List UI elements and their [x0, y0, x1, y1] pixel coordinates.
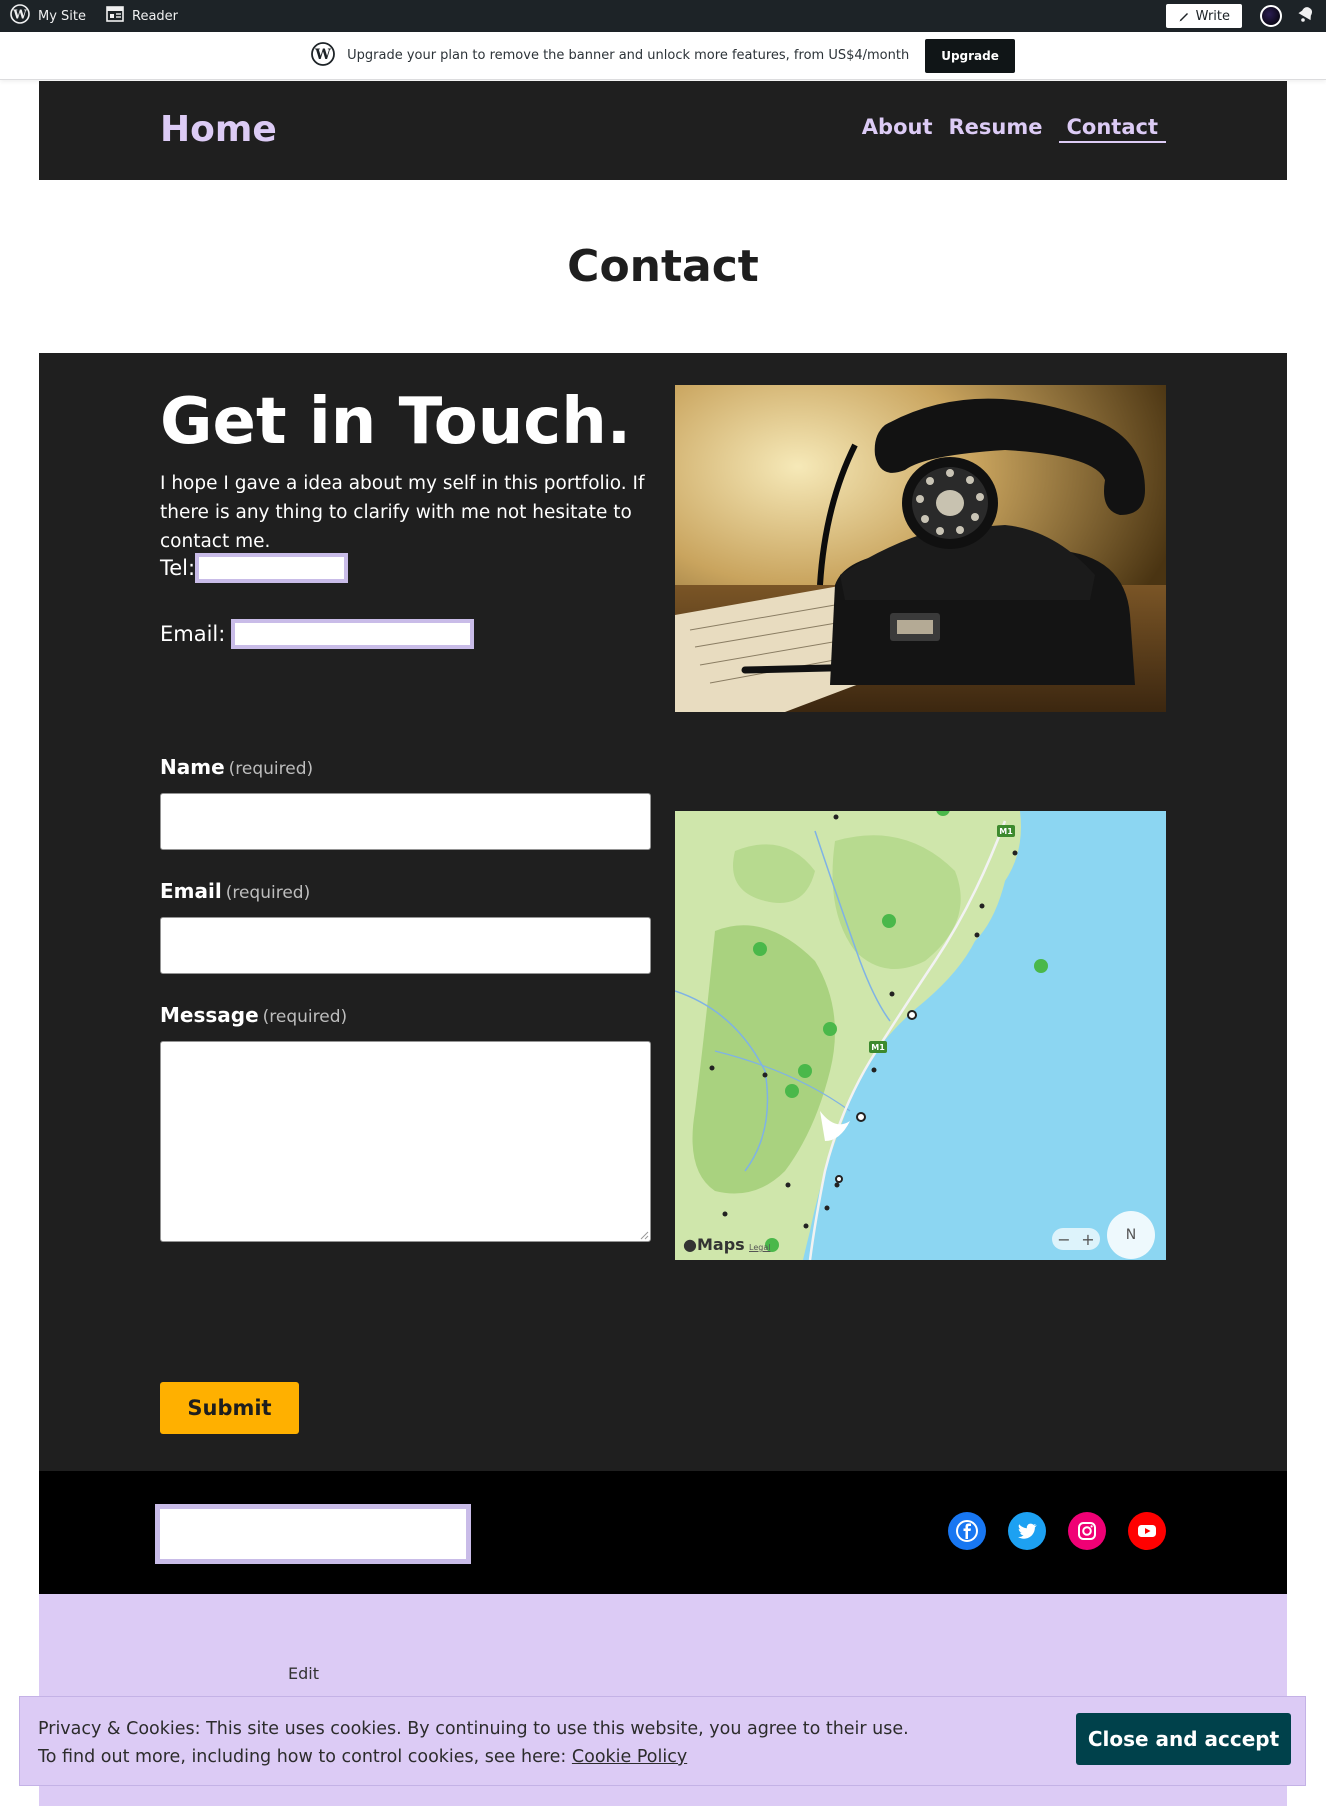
- reader-icon: [106, 6, 124, 26]
- zoom-out-button[interactable]: −: [1057, 1230, 1070, 1249]
- site-header: Home About Resume Contact: [39, 81, 1287, 180]
- upgrade-banner: W Upgrade your plan to remove the banner…: [0, 32, 1326, 80]
- write-button[interactable]: Write: [1165, 4, 1242, 28]
- svg-text:W: W: [314, 47, 331, 63]
- cookie-text: Privacy & Cookies: This site uses cookie…: [38, 1715, 909, 1771]
- email-label: Email:: [160, 622, 226, 646]
- map-embed[interactable]: M1 M1 ●Maps Legal − + N: [675, 811, 1166, 1260]
- page-title: Contact: [567, 241, 759, 292]
- cookie-line-2: To find out more, including how to contr…: [38, 1743, 909, 1771]
- nav-item-contact[interactable]: Contact: [1058, 115, 1166, 143]
- write-label: Write: [1195, 8, 1230, 24]
- edit-link[interactable]: Edit: [288, 1664, 319, 1683]
- telephone-photo: [675, 385, 1166, 712]
- compass-icon: N: [1125, 1227, 1137, 1243]
- apple-logo-icon: ●: [683, 1235, 697, 1254]
- email-row: Email:: [160, 619, 475, 649]
- facebook-icon[interactable]: [948, 1512, 986, 1550]
- submit-button[interactable]: Submit: [160, 1382, 299, 1434]
- name-label-text: Name: [160, 755, 225, 779]
- nav-item-about[interactable]: About: [862, 115, 933, 143]
- email-label-text: Email: [160, 879, 222, 903]
- footer-redacted-block: [155, 1504, 471, 1564]
- tel-label: Tel:: [160, 556, 196, 580]
- site-title-link[interactable]: Home: [160, 109, 277, 150]
- reader-link[interactable]: Reader: [96, 0, 188, 32]
- zoom-in-button[interactable]: +: [1081, 1230, 1094, 1249]
- site-footer: [39, 1471, 1287, 1594]
- tel-row: Tel:: [160, 553, 349, 583]
- maps-brand: Maps: [696, 1235, 745, 1254]
- contact-heading: Get in Touch.: [160, 385, 632, 459]
- required-note: (required): [262, 1007, 348, 1027]
- message-field-label: Message (required): [160, 1003, 347, 1027]
- admin-bar: W My Site Reader Write: [0, 0, 1326, 32]
- name-field-label: Name (required): [160, 755, 313, 779]
- banner-text: Upgrade your plan to remove the banner a…: [347, 48, 910, 63]
- contact-intro: I hope I gave a idea about my self in th…: [160, 473, 645, 552]
- name-input[interactable]: [160, 793, 651, 850]
- cookie-banner: Privacy & Cookies: This site uses cookie…: [19, 1696, 1306, 1786]
- instagram-icon[interactable]: [1068, 1512, 1106, 1550]
- map-canvas: M1 M1: [675, 811, 1166, 1260]
- close-and-accept-button[interactable]: Close and accept: [1076, 1713, 1291, 1765]
- wordpress-logo-icon: W: [311, 41, 336, 70]
- email-input[interactable]: [160, 917, 651, 974]
- notifications-icon[interactable]: [1296, 4, 1316, 28]
- tel-redacted-value: [195, 553, 349, 583]
- message-textarea[interactable]: [160, 1041, 651, 1242]
- highway-badge: M1: [871, 1043, 885, 1052]
- youtube-icon[interactable]: [1128, 1512, 1166, 1550]
- social-links: [948, 1512, 1166, 1550]
- message-label-text: Message: [160, 1003, 259, 1027]
- my-site-link[interactable]: W My Site: [0, 0, 96, 32]
- pen-icon: [1179, 13, 1188, 22]
- required-note: (required): [228, 759, 314, 779]
- apple-maps-logo: ●Maps: [683, 1235, 745, 1254]
- highway-badge: M1: [999, 827, 1013, 836]
- map-zoom-control: − +: [1052, 1228, 1100, 1250]
- email-redacted-value: [231, 619, 475, 649]
- svg-text:W: W: [12, 8, 27, 22]
- primary-nav: About Resume Contact: [862, 115, 1166, 143]
- resize-handle-icon[interactable]: [639, 1230, 649, 1240]
- nav-item-resume[interactable]: Resume: [949, 115, 1043, 143]
- map-legal-link[interactable]: Legal: [749, 1243, 770, 1252]
- cookie-line-2-text: To find out more, including how to contr…: [38, 1747, 567, 1767]
- reader-label: Reader: [132, 8, 179, 24]
- user-avatar[interactable]: [1260, 5, 1282, 27]
- email-field-label: Email (required): [160, 879, 310, 903]
- upgrade-button[interactable]: Upgrade: [925, 38, 1015, 73]
- required-note: (required): [225, 883, 311, 903]
- site-wrapper: Home About Resume Contact Contact Get in…: [39, 81, 1287, 1806]
- map-compass[interactable]: N: [1107, 1211, 1155, 1259]
- my-site-label: My Site: [38, 8, 87, 24]
- cookie-policy-link[interactable]: Cookie Policy: [572, 1747, 687, 1767]
- cookie-line-1: Privacy & Cookies: This site uses cookie…: [38, 1719, 909, 1739]
- contact-section: Get in Touch. I hope I gave a idea about…: [39, 353, 1287, 1471]
- wordpress-icon: W: [10, 4, 30, 28]
- twitter-icon[interactable]: [1008, 1512, 1046, 1550]
- page-title-band: Contact: [39, 180, 1287, 353]
